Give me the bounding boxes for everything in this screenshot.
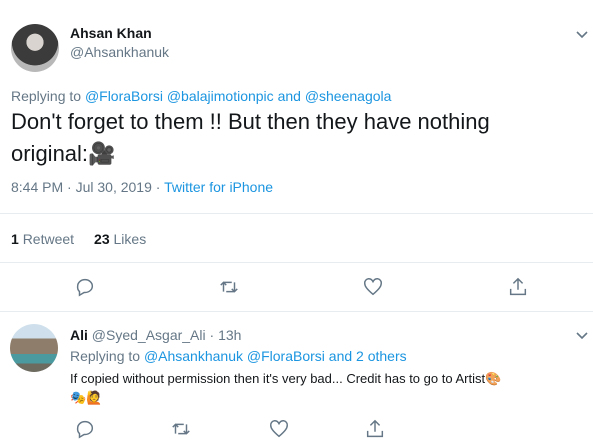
tweet-text-line: original:🎥 xyxy=(11,138,571,170)
divider xyxy=(0,262,593,263)
movie-camera-emoji: 🎥 xyxy=(88,141,116,166)
reply-display-name[interactable]: Ali xyxy=(70,327,88,343)
mention-link[interactable]: @FloraBorsi xyxy=(247,348,325,364)
author-display-name[interactable]: Ahsan Khan xyxy=(70,25,152,41)
reply-text: If copied without permission then it's v… xyxy=(70,369,570,407)
retweets-label: Retweet xyxy=(22,231,75,247)
divider xyxy=(0,311,593,312)
reply-icon[interactable] xyxy=(74,418,96,440)
person-raising-hand-emoji: 🙋 xyxy=(86,390,103,405)
reply-text-content: If copied without permission then it's v… xyxy=(70,371,486,386)
divider xyxy=(0,213,593,214)
meta-separator: · xyxy=(209,327,215,343)
likes-label: Likes xyxy=(113,231,147,247)
retweets-stat[interactable]: 1 Retweet xyxy=(11,231,74,247)
heart-icon[interactable] xyxy=(362,276,384,298)
tweet-date[interactable]: Jul 30, 2019 xyxy=(76,179,152,195)
tweet-meta: 8:44 PM · Jul 30, 2019 · Twitter for iPh… xyxy=(11,179,273,195)
meta-separator: · xyxy=(67,179,72,195)
mention-link[interactable]: @balajimotionpic xyxy=(167,88,274,104)
reply-handle[interactable]: @Syed_Asgar_Ali xyxy=(92,327,206,343)
artist-palette-emoji: 🎨 xyxy=(485,371,502,386)
mention-and[interactable]: and xyxy=(278,88,301,104)
share-icon[interactable] xyxy=(507,276,529,298)
reply-time[interactable]: 13h xyxy=(218,327,241,343)
tweet-text-fragment: original: xyxy=(11,141,89,166)
retweets-count: 1 xyxy=(11,231,19,247)
reply-header: Ali @Syed_Asgar_Ali · 13h xyxy=(70,327,241,343)
mention-link[interactable]: @FloraBorsi xyxy=(85,88,163,104)
chevron-down-icon[interactable] xyxy=(575,331,589,341)
likes-count: 23 xyxy=(94,231,110,247)
replying-prefix: Replying to xyxy=(11,88,82,104)
tweet-stats: 1 Retweet 23 Likes xyxy=(11,231,146,247)
reply-avatar[interactable] xyxy=(10,324,58,372)
avatar[interactable] xyxy=(11,24,59,72)
chevron-down-icon[interactable] xyxy=(575,30,589,40)
tweet-text-line: Don't forget to them !! But then they ha… xyxy=(11,109,490,134)
share-icon[interactable] xyxy=(364,418,386,440)
reply-icon[interactable] xyxy=(74,276,96,298)
likes-stat[interactable]: 23 Likes xyxy=(94,231,146,247)
reply-replying-to: Replying to @Ahsankhanuk @FloraBorsi and… xyxy=(70,348,407,364)
replying-to: Replying to @FloraBorsi @balajimotionpic… xyxy=(11,88,391,104)
tweet-text: Don't forget to them !! But then they ha… xyxy=(11,106,571,170)
meta-separator: · xyxy=(155,179,161,195)
mention-link[interactable]: @Ahsankhanuk xyxy=(144,348,243,364)
tweet-time[interactable]: 8:44 PM xyxy=(11,179,63,195)
retweet-icon[interactable] xyxy=(170,418,192,440)
retweet-icon[interactable] xyxy=(218,276,240,298)
tweet-source-link[interactable]: Twitter for iPhone xyxy=(164,179,273,195)
mention-others-link[interactable]: and 2 others xyxy=(329,348,407,364)
performing-arts-emoji: 🎭 xyxy=(70,390,87,405)
mention-link[interactable]: @sheenagola xyxy=(305,88,392,104)
replying-prefix: Replying to xyxy=(70,348,141,364)
author-handle[interactable]: @Ahsankhanuk xyxy=(70,44,169,60)
heart-icon[interactable] xyxy=(268,418,290,440)
